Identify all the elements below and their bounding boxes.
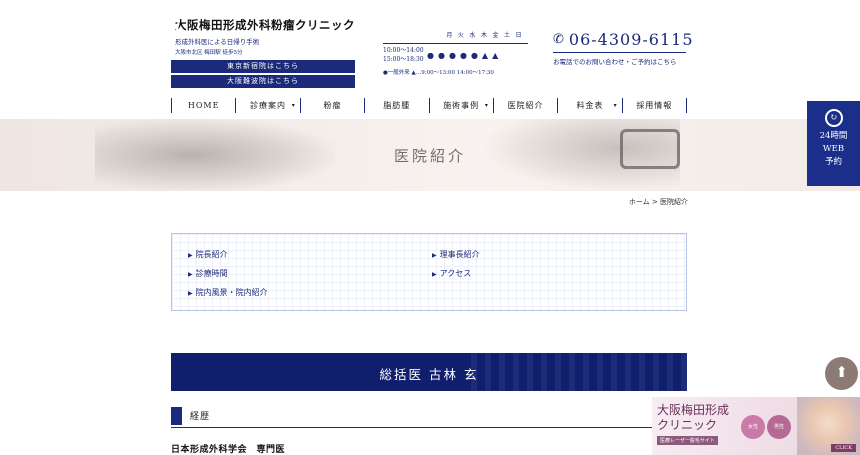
- day-label: 土: [503, 32, 511, 39]
- open-mark: ●: [448, 50, 456, 60]
- clinic-logo-icon: [171, 406, 182, 425]
- nav-label: 脂肪腫: [383, 101, 411, 110]
- clinic-tagline: 形成外科医による日帰り手術: [175, 38, 260, 46]
- triangle-right-icon: ▶: [432, 271, 437, 278]
- divider: [383, 43, 528, 44]
- chevron-down-icon: ▾: [613, 102, 618, 109]
- phone-block[interactable]: ✆ 06-4309-6115 お電話でのお問い合わせ・ご予約はこちら: [553, 30, 694, 66]
- main-nav: HOME 診療案内 ▾ 粉瘤 脂肪腫 施術事例 ▾ 医院紹介 料金表 ▾ 採用情報: [171, 98, 687, 113]
- triangle-right-icon: ▶: [188, 290, 193, 297]
- hours-time-pm: 15:00〜18:30: [383, 56, 424, 63]
- nav-item-home[interactable]: HOME: [171, 98, 235, 113]
- page-title: 医院紹介: [393, 147, 466, 165]
- arrow-up-icon: ⬆: [835, 363, 848, 381]
- open-mark: ●: [470, 50, 478, 60]
- hours-note: ●一般外来 ▲…9:00〜13:00 14:00〜17:30: [383, 70, 494, 76]
- web-reserve-label: 24時間: [819, 131, 848, 141]
- web-reservation-button[interactable]: ↻ 24時間 WEB 予約: [807, 101, 860, 186]
- ad-badge-female: 女性: [741, 415, 765, 439]
- toc-label: 診療時間: [195, 269, 228, 278]
- branch-button-tokyo[interactable]: 東京新宿院はこちら: [171, 60, 355, 73]
- career-heading: 経歴: [171, 404, 687, 428]
- nav-item-about[interactable]: 医院紹介: [492, 98, 557, 113]
- day-label: 日: [515, 32, 522, 39]
- ad-click-label: CLICK: [831, 444, 856, 452]
- phone-note: お電話でのお問い合わせ・ご予約はこちら: [553, 58, 677, 66]
- toc-link-chairman[interactable]: ▶ 理事長紹介: [432, 249, 480, 260]
- scroll-to-top-button[interactable]: ⬆: [825, 357, 858, 390]
- ad-title-line: 大阪梅田形成: [657, 403, 730, 417]
- ad-title-line: クリニック: [657, 418, 718, 432]
- hours-table: 月 火 水 木 金 土 日 10:00〜14:00 15:00〜18:30 ● …: [383, 30, 528, 76]
- nav-label: 採用情報: [636, 101, 673, 110]
- toc-label: 院長紹介: [195, 250, 228, 259]
- nav-label: 医院紹介: [507, 101, 544, 110]
- phone-number[interactable]: 06-4309-6115: [569, 30, 694, 49]
- clinic-name: 大阪梅田形成外科粉瘤クリニック: [175, 18, 355, 32]
- day-label: 月: [446, 32, 453, 39]
- nav-label: 粉瘤: [323, 101, 342, 110]
- director-banner: 総括医 古林 玄: [171, 353, 687, 391]
- certification-text: 日本形成外科学会 専門医: [171, 445, 286, 455]
- ad-title: 大阪梅田形成 クリニック: [657, 403, 729, 433]
- day-label: 火: [457, 32, 465, 39]
- director-title: 総括医 古林 玄: [379, 367, 479, 382]
- open-mark: ●: [437, 50, 445, 60]
- day-label: 水: [469, 32, 476, 39]
- nav-item-recruit[interactable]: 採用情報: [621, 98, 687, 113]
- refresh-icon: ↻: [824, 109, 843, 127]
- toc-label: アクセス: [439, 269, 472, 278]
- hours-marks: ● ● ● ● ● ▲ ▲: [427, 51, 498, 60]
- toc-link-hours[interactable]: ▶ 診療時間: [188, 268, 228, 279]
- phone-icon: ✆: [553, 32, 565, 47]
- nav-label: 診療案内: [250, 101, 287, 110]
- day-label: 木: [480, 32, 488, 39]
- open-mark: ●: [427, 50, 434, 60]
- hero-banner: 医院紹介: [0, 119, 860, 191]
- chevron-down-icon: ▾: [291, 102, 296, 109]
- nav-label: 施術事例: [443, 101, 480, 110]
- ad-subtitle: 医療レーザー脱毛サイト: [657, 436, 718, 445]
- triangle-right-icon: ▶: [432, 252, 437, 259]
- nav-item-treatment[interactable]: 診療案内 ▾: [235, 98, 299, 113]
- nav-item-cases[interactable]: 施術事例 ▾: [428, 98, 493, 113]
- open-mark: ▲: [492, 50, 499, 60]
- toc-label: 院内風景・院内紹介: [195, 288, 268, 297]
- nav-item-atheroma[interactable]: 粉瘤: [299, 98, 364, 113]
- logo-block[interactable]: 大阪梅田形成外科粉瘤クリニック 形成外科医による日帰り手術 大阪市北区 梅田駅 …: [171, 17, 355, 88]
- toc-label: 理事長紹介: [439, 250, 480, 259]
- triangle-right-icon: ▶: [188, 252, 193, 259]
- toc-link-interior[interactable]: ▶ 院内風景・院内紹介: [188, 287, 268, 298]
- chevron-down-icon: ▾: [484, 102, 489, 109]
- nav-label: HOME: [187, 101, 220, 110]
- day-label: 金: [492, 32, 499, 39]
- laser-clinic-banner[interactable]: 大阪梅田形成 クリニック 医療レーザー脱毛サイト 女性 男性 CLICK: [652, 397, 860, 455]
- hours-days: 月 火 水 木 金 土 日: [383, 30, 528, 39]
- open-mark: ▲: [481, 50, 489, 60]
- branch-button-namba[interactable]: 大阪難波院はこちら: [171, 75, 355, 88]
- nav-item-price[interactable]: 料金表 ▾: [557, 98, 621, 113]
- web-reserve-label: 予約: [824, 157, 842, 167]
- nav-label: 料金表: [576, 101, 604, 110]
- triangle-right-icon: ▶: [188, 271, 193, 278]
- divider: [553, 52, 686, 53]
- toc-link-access[interactable]: ▶ アクセス: [432, 268, 471, 279]
- toc-link-director[interactable]: ▶ 院長紹介: [188, 249, 228, 260]
- table-of-contents: ▶ 院長紹介 ▶ 理事長紹介 ▶ 診療時間 ▶ アクセス ▶ 院内風景・院内紹介: [171, 233, 687, 311]
- ad-badge-male: 男性: [767, 415, 791, 439]
- open-mark: ●: [459, 50, 467, 60]
- nav-item-lipoma[interactable]: 脂肪腫: [364, 98, 428, 113]
- clinic-address: 大阪市北区 梅田駅 徒歩5分: [175, 50, 243, 56]
- career-title: 経歴: [190, 412, 211, 422]
- hours-time-am: 10:00〜14:00: [383, 47, 424, 54]
- breadcrumb[interactable]: ホーム > 医院紹介: [629, 197, 688, 207]
- web-reserve-label: WEB: [822, 144, 845, 154]
